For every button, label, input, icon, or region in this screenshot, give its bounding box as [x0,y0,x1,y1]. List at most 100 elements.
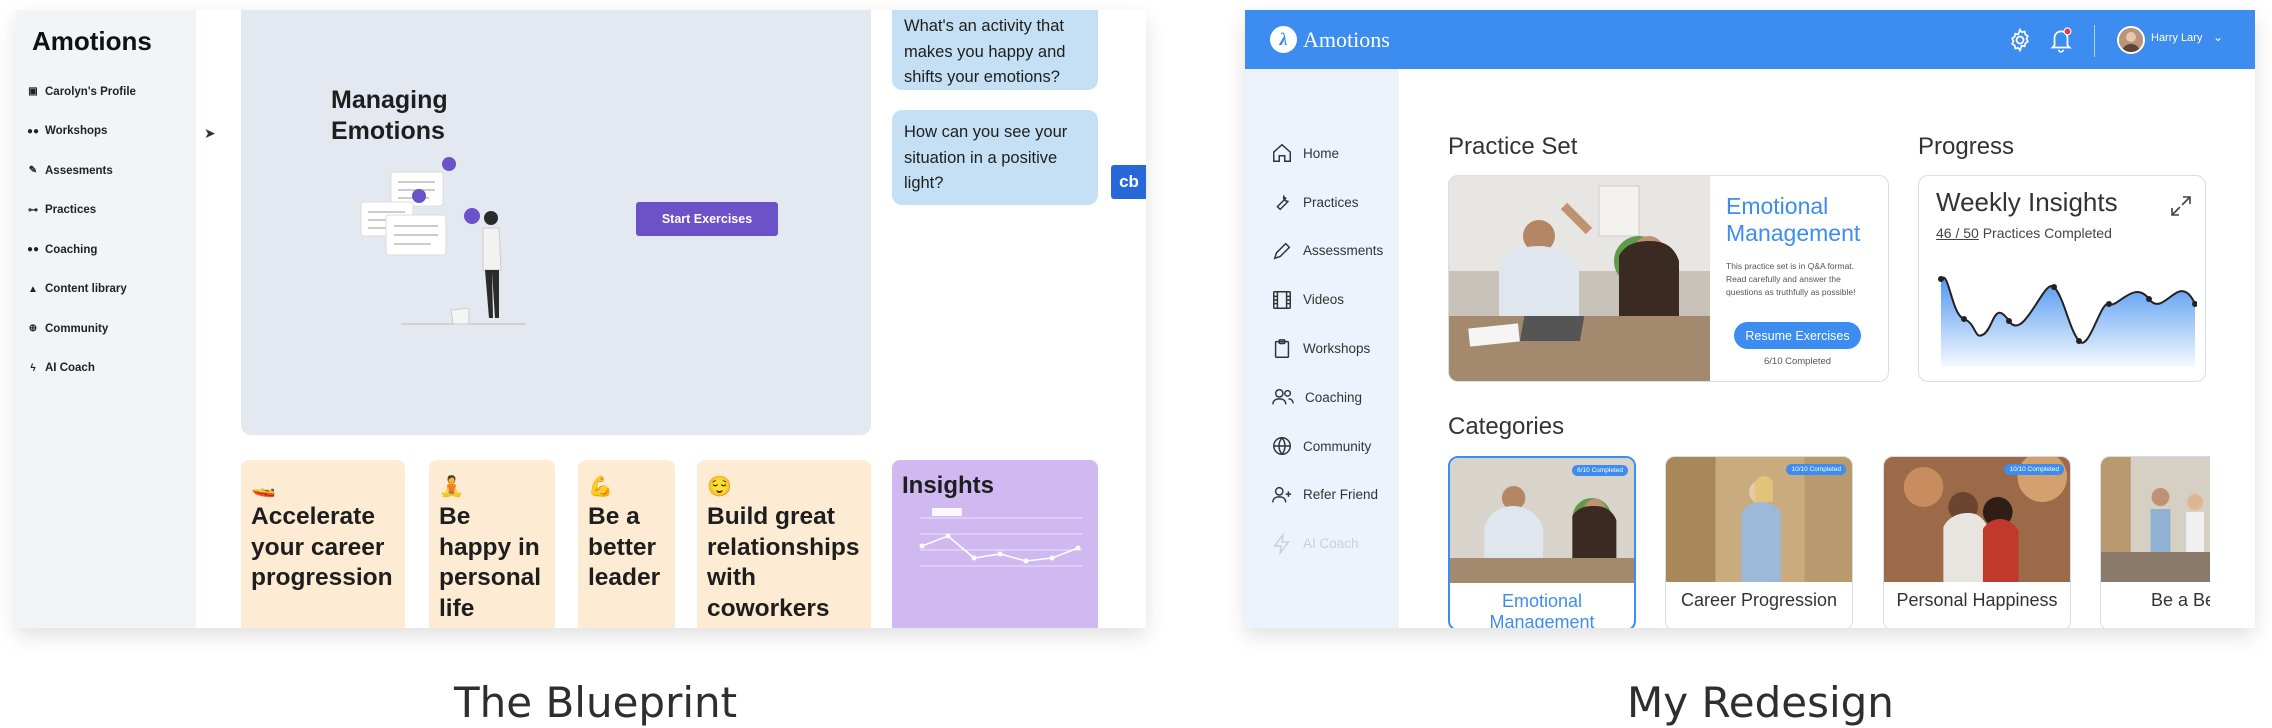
weekly-insights-card[interactable]: Weekly Insights 46 / 50 Practices Comple… [1918,175,2206,382]
redesign-logo[interactable]: λ Amotions [1270,26,1390,53]
hero-title-line-1: Managing [331,86,448,114]
weekly-insights-sparkline [1938,276,2197,367]
logo-icon: λ [1270,26,1297,53]
redesign-caption: My Redesign [1627,678,1894,727]
home-icon [1273,144,1291,163]
sidebar-item-content-library[interactable]: ▲ Content library [26,270,136,310]
sidebar-item-refer-friend[interactable]: Refer Friend [1271,471,1383,520]
user-name[interactable]: Harry Lary [2151,32,2202,44]
topbar-divider [2094,25,2095,57]
flexed-bicep-icon: 💪 [588,476,613,498]
start-exercises-button[interactable]: Start Exercises [636,202,778,236]
sidebar-item-assessments[interactable]: Assessments [1271,227,1383,276]
sidebar-item-coaching[interactable]: Coaching [1271,373,1383,422]
dumbbell-icon: ⊶ [28,204,38,216]
goal-card[interactable]: 💪 Be a better leader [578,460,675,628]
sidebar-item-label: AI Coach [45,362,95,375]
sidebar-item-ai-coach[interactable]: ϟ AI Coach [26,349,136,389]
sidebar-item-coaching[interactable]: ●● Coaching [26,230,136,270]
blueprint-sidebar: Amotions ▣ Carolyn's Profile ●● Workshops … [16,10,196,628]
blueprint-logo: Amotions [32,26,152,56]
hero-title-line-2: Emotions [331,116,445,145]
pencil-icon: ✎ [28,165,38,177]
globe-icon: ⊕ [28,323,38,335]
category-badge: 10/10 Completed [1786,464,1846,475]
goal-card[interactable]: 🧘 Be happy in personal life [429,460,555,628]
top-bar: λ Amotions Harry Lary ⌄ [1245,10,2255,69]
gear-icon[interactable] [2007,27,2033,53]
hero-panel: Managing Emotions Start Exercises [241,10,871,435]
sidebar-item-label: Assesments [45,164,113,177]
sidebar-item-practices[interactable]: ⊶ Practices [26,191,136,231]
practice-set-card[interactable]: Emotional Management This practice set i… [1448,175,1889,382]
profile-icon: ▣ [28,86,38,98]
sidebar-item-label: Coaching [1305,389,1363,405]
practice-set-heading: Practice Set [1448,133,1578,160]
progress-heading: Progress [1918,133,2015,160]
category-name: Personal Happiness [1896,590,2058,610]
category-card[interactable]: 10/10 Completed Career Progression [1665,456,1853,628]
mouse-cursor-icon: ➤ [204,125,216,141]
category-name: Be a Better Leader [2151,590,2210,610]
chevron-down-icon[interactable]: ⌄ [2213,30,2223,44]
sidebar-item-practices[interactable]: Practices [1271,178,1383,227]
sidebar-item-profile[interactable]: ▣ Carolyn's Profile [26,72,136,112]
blueprint-screen: Amotions ▣ Carolyn's Profile ●● Workshops … [16,10,1146,628]
insights-card[interactable]: Insights [892,460,1098,628]
sidebar-item-videos[interactable]: Videos [1271,275,1383,324]
relieved-face-icon: 😌 [707,476,732,498]
practices-completed-count: 46 / 50 [1936,225,1979,241]
blueprint-caption: The Blueprint [454,678,738,727]
sidebar-item-community[interactable]: ⊕ Community [26,309,136,349]
wrench-icon [1276,194,1289,211]
category-name: Career Progression [1680,590,1838,610]
bell-icon[interactable] [2048,26,2074,54]
users-icon [1272,389,1294,405]
sidebar-item-label: Workshops [1303,341,1371,357]
sidebar-item-label: Practices [45,204,97,217]
boat-icon: 🚤 [251,476,276,498]
goal-card-text: Accelerate your career progression [251,503,393,592]
sidebar-item-label: Coaching [45,243,98,256]
logo-text: Amotions [1303,26,1390,52]
expand-icon[interactable] [2169,194,2193,218]
practices-completed-label: Practices Completed [1982,225,2112,241]
practice-set-title: Emotional Management [1726,193,1861,247]
sidebar-item-workshops[interactable]: ●● Workshops [26,112,136,152]
users-icon: ●● [26,244,40,256]
grad-cap-icon: ▲ [28,283,38,295]
goal-card[interactable]: 🚤 Accelerate your career progression [241,460,405,628]
category-name: Emotional Management [1489,591,1595,628]
resume-exercises-button[interactable]: Resume Exercises [1734,322,1861,349]
sidebar-item-workshops[interactable]: Workshops [1271,324,1383,373]
category-badge: 10/10 Completed [2004,464,2064,475]
category-card[interactable]: 6/10 Completed Emotional Management [1448,456,1636,628]
sidebar-item-label: Assessments [1303,243,1384,259]
sidebar-item-label: Carolyn's Profile [45,85,136,98]
sidebar-item-label: Home [1303,145,1340,161]
pen-icon [1273,242,1291,260]
sidebar-item-label: Videos [1303,292,1345,308]
category-card[interactable]: 10/10 Completed Personal Happiness [1883,456,2071,628]
avatar[interactable] [2117,26,2145,54]
cb-chat-launcher-button[interactable]: cb [1111,165,1146,199]
sidebar-item-community[interactable]: Community [1271,422,1383,471]
bolt-icon [1273,532,1290,555]
chat-bubble: How can you see your situation in a posi… [892,110,1098,205]
sidebar-item-label: Community [1303,438,1372,454]
sidebar-item-label: Community [45,322,109,335]
goal-card[interactable]: 😌 Build great relationships with coworke… [697,460,871,628]
globe-icon [1273,437,1291,456]
hero-title: Managing Emotions [331,85,448,146]
goal-card-text: Be a better leader [588,503,661,592]
sidebar-item-ai-coach: AI Coach [1271,519,1383,568]
meditation-icon: 🧘 [439,476,464,498]
person-with-documents-illustration [360,157,526,325]
insights-mini-chart [919,508,1082,567]
category-photo [1666,457,1852,582]
sidebar-item-home[interactable]: Home [1271,129,1383,178]
category-card[interactable]: Be a Better Leader [2100,456,2210,628]
categories-heading: Categories [1448,413,1565,440]
sidebar-item-assesments[interactable]: ✎ Assesments [26,151,136,191]
category-photo [1450,458,1634,583]
